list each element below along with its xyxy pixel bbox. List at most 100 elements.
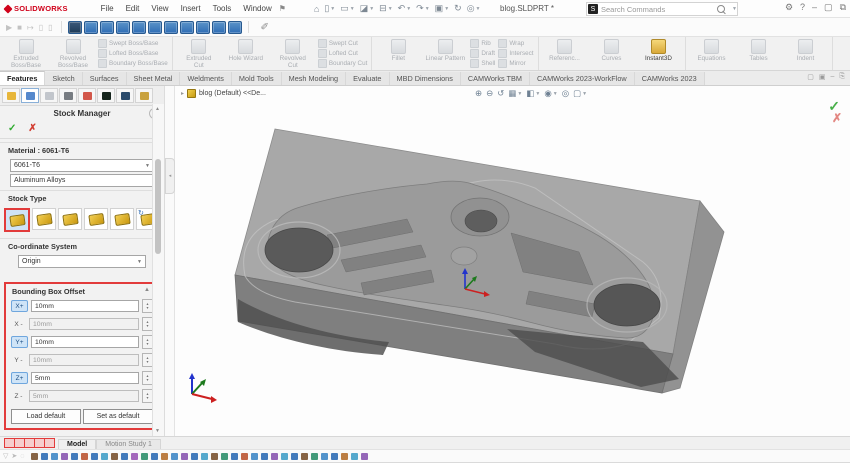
ok-check-icon[interactable]: ✓ bbox=[8, 123, 16, 134]
doc-tab-model[interactable]: Model bbox=[58, 439, 96, 449]
sketch-tool-icon-34[interactable] bbox=[361, 453, 368, 460]
rebuild-icon[interactable]: ↻ bbox=[452, 3, 464, 14]
page-icon[interactable]: ▯ bbox=[37, 23, 45, 32]
tab-mbd-dimensions[interactable]: MBD Dimensions bbox=[390, 72, 461, 85]
cancel-x-icon[interactable]: ✗ bbox=[28, 123, 36, 134]
view-orientation-icon[interactable]: ◧▼ bbox=[526, 88, 540, 99]
restore-icon[interactable]: ▢ bbox=[824, 2, 833, 13]
ribbon-button-equations[interactable]: Equations bbox=[690, 37, 734, 70]
stock-cylindrical-icon[interactable] bbox=[84, 208, 108, 230]
camworks-tool-icon-9[interactable] bbox=[196, 21, 210, 34]
scroll-up-icon[interactable]: ▲ bbox=[155, 106, 160, 112]
offset-value-input[interactable]: 10mm bbox=[31, 300, 139, 312]
configuration-manager-tab[interactable] bbox=[40, 88, 58, 103]
play-icon[interactable]: ▶ bbox=[4, 23, 14, 32]
tab-weldments[interactable]: Weldments bbox=[180, 72, 231, 85]
search-commands-box[interactable]: S Search Commands ▼ bbox=[586, 2, 738, 16]
undo-icon[interactable]: ↶▼ bbox=[396, 3, 414, 14]
camworks-tools-tab[interactable] bbox=[116, 88, 134, 103]
sketch-tool-icon-23[interactable] bbox=[251, 453, 258, 460]
sketch-tool-icon-19[interactable] bbox=[211, 453, 218, 460]
camworks-tool-icon-6[interactable] bbox=[148, 21, 162, 34]
search-caret-icon[interactable]: ▼ bbox=[732, 6, 737, 12]
home-icon[interactable]: ⌂ bbox=[312, 4, 321, 14]
sketch-tool-icon-16[interactable] bbox=[181, 453, 188, 460]
menu-file[interactable]: File bbox=[96, 2, 119, 15]
sketch-tool-icon-10[interactable] bbox=[121, 453, 128, 460]
property-manager-tab[interactable] bbox=[21, 88, 39, 103]
pin-menu-icon[interactable]: ⚑ bbox=[279, 4, 286, 13]
sketch-tool-icon-9[interactable] bbox=[111, 453, 118, 460]
page2-icon[interactable]: ▯ bbox=[46, 23, 54, 32]
redo-icon[interactable]: ↷▼ bbox=[414, 3, 432, 14]
material-section-header[interactable]: Material : 6061-T6▲ bbox=[0, 142, 164, 157]
chevron-down-icon[interactable]: ▼ bbox=[406, 6, 411, 12]
tab-features[interactable]: Features bbox=[0, 71, 45, 85]
sketch-tool-icon-18[interactable] bbox=[201, 453, 208, 460]
expand-pane-icon[interactable]: ▢ bbox=[807, 73, 814, 81]
chevron-down-icon[interactable]: ▼ bbox=[535, 91, 540, 97]
chevron-down-icon[interactable]: ▼ bbox=[350, 6, 355, 12]
camworks-tool-icon-11[interactable] bbox=[228, 21, 242, 34]
sketch-tool-icon-21[interactable] bbox=[231, 453, 238, 460]
coordinate-system-dropdown[interactable]: Origin▼ bbox=[18, 255, 146, 268]
menu-tools[interactable]: Tools bbox=[208, 2, 237, 15]
ribbon-button-indent[interactable]: Indent bbox=[784, 37, 828, 70]
eraser-tool-icon[interactable]: ✐ bbox=[261, 22, 269, 33]
sketch-tool-icon-5[interactable] bbox=[71, 453, 78, 460]
filter-icon[interactable]: ▽ bbox=[3, 452, 8, 460]
detach-pane-icon[interactable]: ⎘ bbox=[839, 73, 845, 81]
ribbon-button-linear-pattern[interactable]: Linear Pattern bbox=[423, 37, 467, 70]
sketch-tool-icon-25[interactable] bbox=[271, 453, 278, 460]
ribbon-button-boundary-boss-base[interactable]: Boundary Boss/Base bbox=[98, 59, 168, 68]
offset-value-input[interactable]: 5mm bbox=[29, 390, 139, 402]
ribbon-button-curves[interactable]: Curves bbox=[590, 37, 634, 70]
camworks-tool-icon-7[interactable] bbox=[164, 21, 178, 34]
camworks-tool-icon-8[interactable] bbox=[180, 21, 194, 34]
model-3d-scene[interactable] bbox=[175, 86, 837, 436]
tab-mesh-modeling[interactable]: Mesh Modeling bbox=[282, 72, 346, 85]
feature-tree-label[interactable]: blog (Default) <<De... bbox=[199, 90, 266, 97]
scrollbar-thumb[interactable] bbox=[155, 159, 161, 254]
tab-mold-tools[interactable]: Mold Tools bbox=[232, 72, 282, 85]
ribbon-button-referenc-[interactable]: Referenc... bbox=[543, 37, 587, 70]
camworks-feature-tree-tab[interactable] bbox=[2, 88, 20, 103]
chevron-down-icon[interactable]: ▼ bbox=[517, 91, 522, 97]
sketch-tool-icon-32[interactable] bbox=[341, 453, 348, 460]
set-as-default-button[interactable]: Set as default bbox=[83, 409, 153, 424]
sketch-tool-icon-22[interactable] bbox=[241, 453, 248, 460]
select-arrow-icon[interactable]: ➤ bbox=[11, 452, 17, 460]
chevron-down-icon[interactable]: ▼ bbox=[330, 6, 335, 12]
save-icon[interactable]: ◪▼ bbox=[358, 3, 376, 14]
load-default-button[interactable]: Load default bbox=[11, 409, 81, 424]
doc-tab-motion-study-1[interactable]: Motion Study 1 bbox=[96, 439, 161, 449]
ribbon-button-rib[interactable]: Rib bbox=[470, 39, 495, 48]
panel-scrollbar[interactable]: ▲ ▼ bbox=[152, 104, 164, 436]
ribbon-button-extruded-cut[interactable]: Extruded Cut bbox=[177, 37, 221, 70]
offset-axis-label[interactable]: Y+ bbox=[11, 336, 28, 348]
ribbon-button-wrap[interactable]: Wrap bbox=[498, 39, 533, 48]
offset-value-input[interactable]: 10mm bbox=[31, 336, 139, 348]
new-document-icon[interactable]: ▯▼ bbox=[322, 3, 337, 14]
sketch-tool-icon-11[interactable] bbox=[131, 453, 138, 460]
camworks-tool-icon-5[interactable] bbox=[132, 21, 146, 34]
dimxpert-manager-tab[interactable] bbox=[59, 88, 77, 103]
sketch-tool-icon-8[interactable] bbox=[101, 453, 108, 460]
panel-collapse-handle[interactable]: ◂ bbox=[165, 158, 175, 194]
tab-scroll-buttons[interactable] bbox=[4, 438, 54, 448]
ribbon-button-lofted-boss-base[interactable]: Lofted Boss/Base bbox=[98, 49, 168, 58]
stop-icon[interactable]: ■ bbox=[15, 23, 24, 32]
sketch-tool-icon-27[interactable] bbox=[291, 453, 298, 460]
ribbon-button-instant3d[interactable]: Instant3D bbox=[637, 37, 681, 70]
tab-camworks-2023-workflow[interactable]: CAMWorks 2023-WorkFlow bbox=[530, 72, 635, 85]
display-manager-tab[interactable] bbox=[78, 88, 96, 103]
collapse-chevron-icon[interactable]: ▲ bbox=[144, 287, 150, 293]
collapse-pane-icon[interactable]: ▣ bbox=[819, 73, 826, 81]
tree-expand-icon[interactable]: ▸ bbox=[181, 90, 184, 97]
select-icon[interactable]: ▣▼ bbox=[433, 3, 451, 14]
options-gear-icon[interactable]: ⚙ bbox=[785, 2, 793, 13]
ribbon-button-boundary-cut[interactable]: Boundary Cut bbox=[318, 59, 368, 68]
camworks-tool-icon-4[interactable] bbox=[116, 21, 130, 34]
sketch-tool-icon-30[interactable] bbox=[321, 453, 328, 460]
menu-insert[interactable]: Insert bbox=[176, 2, 206, 15]
